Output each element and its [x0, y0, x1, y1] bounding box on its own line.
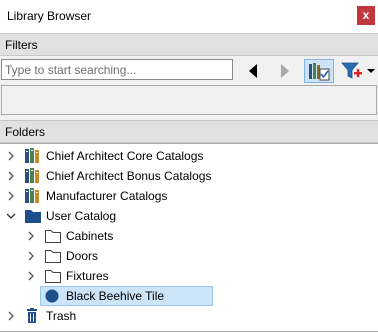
close-button[interactable]: x — [357, 6, 375, 25]
tree-item-core-catalogs[interactable]: Chief Architect Core Catalogs — [0, 146, 378, 166]
filter-funnel-add-icon — [341, 62, 362, 79]
folder-outline-icon — [45, 270, 61, 283]
catalog-books-icon — [25, 168, 39, 183]
add-filter-button[interactable] — [339, 59, 377, 83]
chevron-right-icon[interactable] — [25, 229, 37, 243]
title-bar: Library Browser x — [0, 0, 378, 33]
tree-item-label: Chief Architect Bonus Catalogs — [46, 169, 212, 183]
tree-item-cabinets[interactable]: Cabinets — [0, 226, 378, 246]
chevron-down-icon[interactable] — [5, 209, 17, 223]
tree-item-label: Cabinets — [66, 229, 114, 243]
tree-item-trash[interactable]: Trash — [0, 306, 378, 326]
chevron-right-icon[interactable] — [5, 169, 17, 183]
next-button[interactable] — [274, 59, 296, 83]
filters-header[interactable]: Filters — [0, 33, 378, 56]
catalog-filter-icon — [309, 63, 330, 81]
folders-header-label: Folders — [5, 125, 46, 139]
tree-item-label: User Catalog — [46, 209, 117, 223]
filters-panel — [0, 56, 378, 120]
tree-item-label: Chief Architect Core Catalogs — [46, 149, 204, 163]
folder-outline-icon — [45, 230, 61, 243]
tree-item-label: Doors — [66, 249, 99, 263]
tree-item-bonus-catalogs[interactable]: Chief Architect Bonus Catalogs — [0, 166, 378, 186]
tree-item-doors[interactable]: Doors — [0, 246, 378, 266]
chevron-down-icon — [367, 69, 375, 73]
chevron-right-icon[interactable] — [5, 309, 17, 323]
chevron-right-icon[interactable] — [25, 269, 37, 283]
filter-results-area — [1, 85, 377, 115]
material-circle-icon — [45, 289, 59, 303]
search-input[interactable] — [1, 59, 233, 80]
tree-item-fixtures[interactable]: Fixtures — [0, 266, 378, 286]
catalog-books-icon — [25, 148, 39, 163]
folders-header[interactable]: Folders — [0, 120, 378, 143]
folder-tree: Chief Architect Core Catalogs Chief Arch… — [0, 143, 378, 332]
filters-header-label: Filters — [5, 38, 38, 52]
chevron-right-icon[interactable] — [5, 149, 17, 163]
tree-item-label: Fixtures — [66, 269, 109, 283]
chevron-right-icon[interactable] — [5, 189, 17, 203]
folder-filled-icon — [25, 210, 41, 223]
tree-item-label: Trash — [46, 309, 77, 323]
window-title: Library Browser — [7, 9, 92, 23]
tree-item-label: Manufacturer Catalogs — [46, 189, 168, 203]
catalog-books-icon — [25, 188, 39, 203]
tree-item-user-catalog[interactable]: User Catalog — [0, 206, 378, 226]
arrow-right-icon — [281, 64, 289, 78]
tree-item-label: Black Beehive Tile — [66, 289, 165, 303]
folder-outline-icon — [45, 250, 61, 263]
tree-item-black-beehive-tile[interactable]: Black Beehive Tile — [0, 286, 378, 306]
arrow-left-icon — [249, 64, 257, 78]
tree-item-manufacturer-catalogs[interactable]: Manufacturer Catalogs — [0, 186, 378, 206]
trash-icon — [27, 308, 37, 323]
previous-button[interactable] — [242, 59, 264, 83]
catalog-filter-button[interactable] — [304, 59, 334, 83]
chevron-right-icon[interactable] — [25, 249, 37, 263]
